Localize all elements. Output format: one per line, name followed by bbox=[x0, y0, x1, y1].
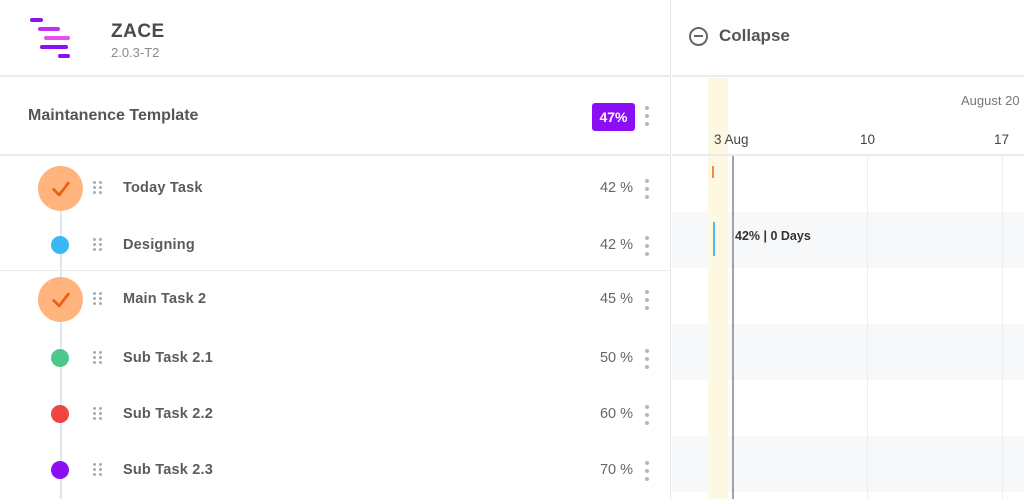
task-name: Main Task 2 bbox=[123, 291, 207, 307]
task-row[interactable]: Sub Task 2.3 70 % bbox=[0, 442, 671, 498]
app-version: 2.0.3-T2 bbox=[111, 45, 160, 60]
status-dot-icon bbox=[51, 236, 69, 254]
month-label: August 20 bbox=[961, 93, 1020, 108]
check-icon[interactable] bbox=[38, 166, 83, 211]
drag-handle-icon[interactable] bbox=[93, 292, 102, 305]
task-progress: 42 % bbox=[599, 180, 633, 196]
day-label: 17 bbox=[994, 132, 1010, 147]
task-row[interactable]: Sub Task 2.1 50 % bbox=[0, 330, 671, 386]
task-row[interactable]: Sub Task 2.2 60 % bbox=[0, 386, 671, 442]
task-progress: 60 % bbox=[599, 406, 633, 422]
template-progress-badge: 47% bbox=[592, 103, 635, 131]
task-row[interactable]: Today Task 42 % bbox=[0, 160, 671, 216]
task-kebab-menu-icon[interactable] bbox=[644, 290, 650, 310]
collapse-label: Collapse bbox=[719, 26, 790, 45]
app-name: ZACE bbox=[111, 21, 165, 42]
zace-logo-icon bbox=[28, 16, 74, 62]
task-row[interactable]: Main Task 2 45 % bbox=[0, 270, 671, 326]
task-panel: ZACE 2.0.3-T2 Maintanence Template 47% T… bbox=[0, 0, 671, 499]
drag-handle-icon[interactable] bbox=[93, 351, 102, 364]
task-kebab-menu-icon[interactable] bbox=[644, 236, 650, 256]
minus-circle-icon bbox=[689, 26, 708, 46]
gantt-task-bar[interactable] bbox=[713, 222, 715, 256]
task-name: Sub Task 2.2 bbox=[123, 406, 213, 422]
gantt-grid-line bbox=[1002, 156, 1003, 499]
drag-handle-icon[interactable] bbox=[93, 181, 102, 194]
gantt-panel: Collapse August 20 3 Aug 10 17 42% | 0 D… bbox=[672, 0, 1024, 499]
status-dot-icon bbox=[51, 349, 69, 367]
task-kebab-menu-icon[interactable] bbox=[644, 179, 650, 199]
task-name: Sub Task 2.3 bbox=[123, 462, 213, 478]
task-row[interactable]: Designing 42 % bbox=[0, 217, 671, 273]
gantt-header: Collapse bbox=[672, 0, 1024, 77]
today-line bbox=[732, 156, 734, 499]
template-kebab-menu-icon[interactable] bbox=[644, 106, 650, 126]
gantt-bar-label: 42% | 0 Days bbox=[735, 229, 811, 243]
day-label: 3 Aug bbox=[714, 132, 749, 147]
task-kebab-menu-icon[interactable] bbox=[644, 349, 650, 369]
task-name: Sub Task 2.1 bbox=[123, 350, 213, 366]
brand-header: ZACE 2.0.3-T2 bbox=[0, 0, 671, 77]
gantt-task-marker[interactable] bbox=[712, 166, 714, 178]
task-progress: 45 % bbox=[599, 291, 633, 307]
template-name: Maintanence Template bbox=[28, 107, 199, 124]
collapse-button[interactable]: Collapse bbox=[689, 26, 790, 46]
template-header[interactable]: Maintanence Template 47% bbox=[0, 78, 671, 156]
check-icon[interactable] bbox=[38, 277, 83, 322]
task-kebab-menu-icon[interactable] bbox=[644, 405, 650, 425]
task-name: Designing bbox=[123, 237, 195, 253]
task-progress: 50 % bbox=[599, 350, 633, 366]
task-name: Today Task bbox=[123, 180, 203, 196]
task-progress: 42 % bbox=[599, 237, 633, 253]
status-dot-icon bbox=[51, 405, 69, 423]
gantt-timescale: August 20 3 Aug 10 17 bbox=[672, 78, 1024, 156]
day-label: 10 bbox=[860, 132, 876, 147]
drag-handle-icon[interactable] bbox=[93, 407, 102, 420]
task-kebab-menu-icon[interactable] bbox=[644, 461, 650, 481]
status-dot-icon bbox=[51, 461, 69, 479]
drag-handle-icon[interactable] bbox=[93, 463, 102, 476]
drag-handle-icon[interactable] bbox=[93, 238, 102, 251]
task-progress: 70 % bbox=[599, 462, 633, 478]
gantt-grid-line bbox=[867, 156, 868, 499]
